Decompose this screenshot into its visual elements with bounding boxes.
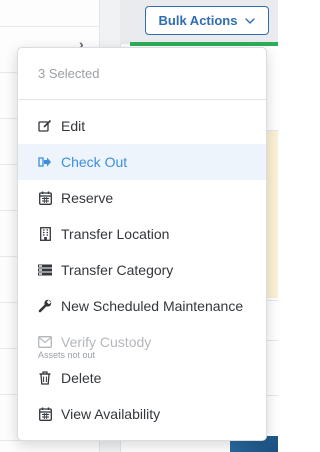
menu-item-label: Delete	[61, 370, 102, 386]
envelope-check-icon	[37, 334, 53, 350]
menu-item-check-out[interactable]: Check Out	[18, 144, 266, 180]
menu-item-label: Edit	[61, 118, 86, 134]
list-row-divider	[0, 26, 100, 27]
menu-item-label: New Scheduled Maintenance	[61, 298, 244, 314]
menu-item-label: Transfer Location	[61, 226, 170, 242]
menu-item-label: Reserve	[61, 190, 114, 206]
menu-item-label: Transfer Category	[61, 262, 174, 278]
menu-item-delete[interactable]: Delete	[18, 360, 266, 396]
status-bar	[130, 42, 278, 46]
menu-item-edit[interactable]: Edit	[18, 108, 266, 144]
building-icon	[37, 226, 53, 242]
edit-icon	[37, 118, 53, 134]
bulk-actions-label: Bulk Actions	[158, 13, 238, 28]
highlighted-rows	[266, 130, 278, 298]
menu-item-transfer-location[interactable]: Transfer Location	[18, 216, 266, 252]
check-out-icon	[37, 154, 53, 170]
chevron-down-icon	[245, 17, 256, 24]
bulk-actions-menu: 3 Selected Edit Check Out Reserve Transf…	[17, 47, 267, 441]
menu-item-reserve[interactable]: Reserve	[18, 180, 266, 216]
category-icon	[37, 262, 53, 278]
menu-item-new-scheduled-maintenance[interactable]: New Scheduled Maintenance	[18, 288, 266, 324]
trash-icon	[37, 370, 53, 386]
menu-item-view-availability[interactable]: View Availability	[18, 396, 266, 432]
verify-custody-note: Assets not out	[38, 350, 96, 360]
menu-item-label: Check Out	[61, 154, 128, 170]
bulk-actions-button[interactable]: Bulk Actions	[145, 6, 269, 35]
wrench-icon	[37, 298, 53, 314]
selection-count: 3 Selected	[18, 48, 266, 100]
menu-item-label: View Availability	[61, 406, 161, 422]
calendar-icon	[37, 406, 53, 422]
menu-item-transfer-category[interactable]: Transfer Category	[18, 252, 266, 288]
calendar-icon	[37, 190, 53, 206]
menu-item-label: Verify Custody	[61, 334, 152, 350]
